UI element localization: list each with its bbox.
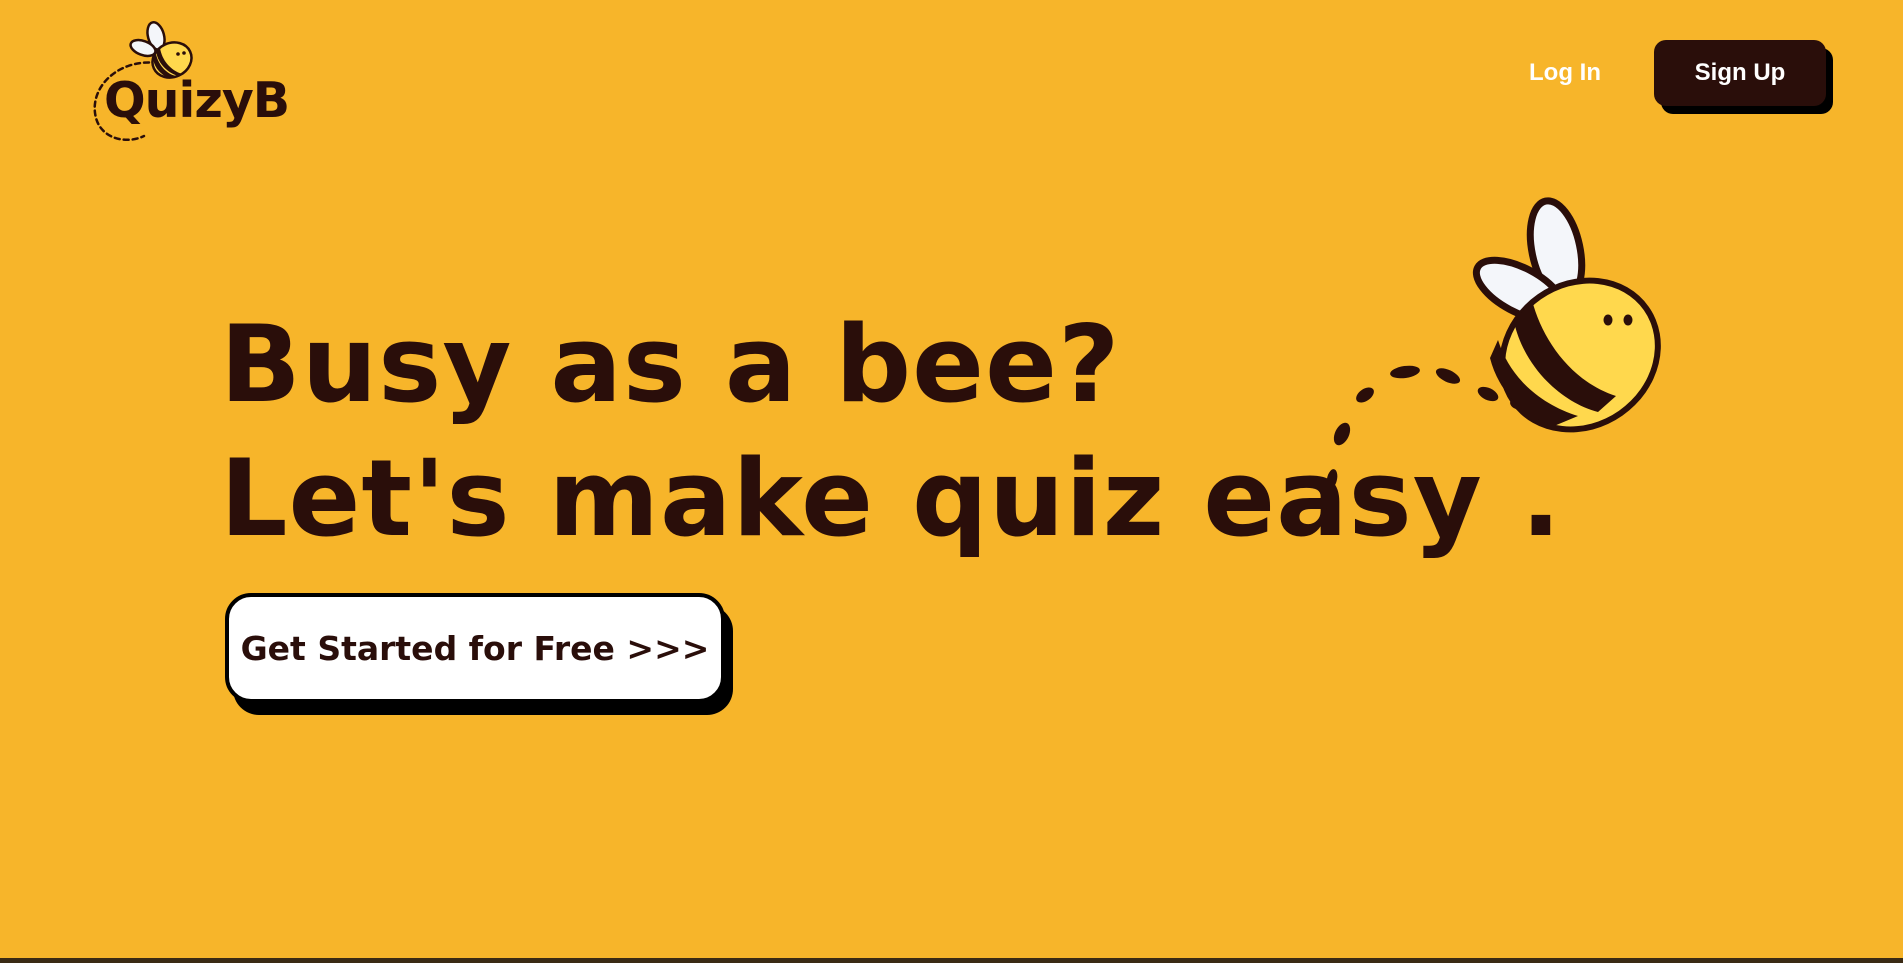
logo-text: QuizyB xyxy=(104,72,290,129)
get-started-button[interactable]: Get Started for Free >>> xyxy=(225,593,725,703)
flight-trail xyxy=(1323,365,1530,526)
hero-headline-line1: Busy as a bee? xyxy=(220,303,1121,426)
signup-button-wrapper: Sign Up xyxy=(1654,40,1834,116)
login-button[interactable]: Log In xyxy=(1512,56,1618,90)
bottom-divider xyxy=(0,958,1903,963)
cta-button-wrapper: Get Started for Free >>> xyxy=(225,593,735,718)
signup-button[interactable]: Sign Up xyxy=(1654,40,1826,106)
bee-illustration-icon xyxy=(1323,197,1661,526)
logo[interactable]: QuizyB xyxy=(88,18,290,148)
landing-page: QuizyB Log In Sign Up Busy as a bee? Let… xyxy=(0,0,1903,963)
